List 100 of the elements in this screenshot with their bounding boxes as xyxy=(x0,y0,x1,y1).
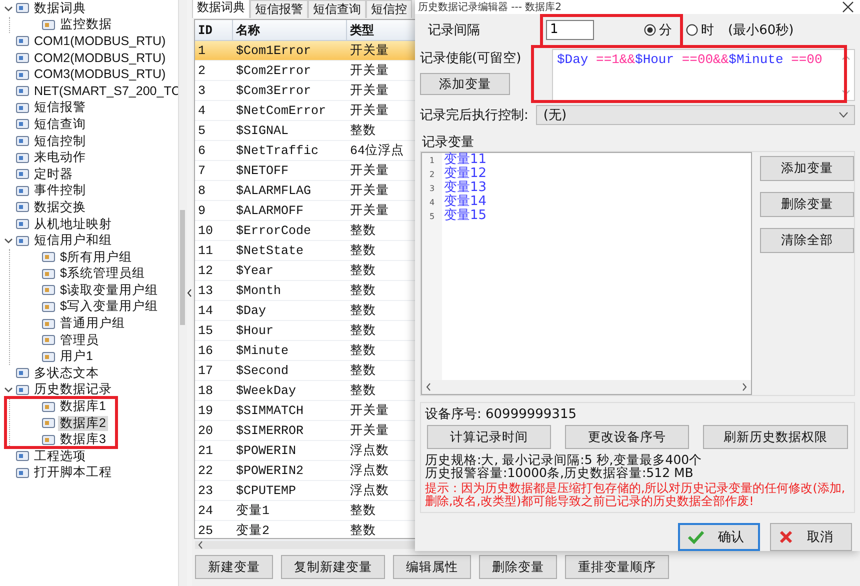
table-cell-text: $POWERIN xyxy=(235,443,298,460)
variable-button[interactable]: 删除变量 xyxy=(760,192,854,218)
tree-item[interactable]: $读取变量用户组 xyxy=(58,282,160,298)
tree-item[interactable]: 数据库1 xyxy=(58,399,108,414)
tree-item[interactable]: 事件控制 xyxy=(32,183,88,198)
line-number: 3 xyxy=(428,184,436,193)
column-header[interactable]: ID xyxy=(195,20,233,40)
table-cell-text: 8 xyxy=(197,183,207,200)
tree-item[interactable]: 监控数据 xyxy=(58,17,114,32)
tree-item[interactable]: 短信查询 xyxy=(32,116,88,132)
node-icon xyxy=(42,18,55,31)
table-cell-text: 25 xyxy=(197,523,214,540)
tree-item[interactable]: $系统管理员组 xyxy=(58,266,147,282)
scroll-left-icon[interactable] xyxy=(426,383,431,391)
tab[interactable]: 短信报警 xyxy=(250,0,308,18)
node-icon xyxy=(42,417,55,430)
tree-item[interactable]: 打开脚本工程 xyxy=(32,465,114,480)
scroll-left-icon[interactable] xyxy=(198,541,203,549)
tree-item[interactable]: 工程选项 xyxy=(32,448,88,464)
scroll-right-icon[interactable] xyxy=(742,383,747,391)
tree-item[interactable]: 定时器 xyxy=(32,166,75,182)
table-cell-text: 10 xyxy=(197,223,214,240)
radio-button[interactable] xyxy=(644,24,656,36)
tree-item[interactable]: 数据交换 xyxy=(32,200,88,215)
radio-label[interactable]: 分 xyxy=(659,20,672,39)
tree-item[interactable]: 管理员 xyxy=(58,332,101,348)
toolbar-button[interactable]: 新建变量 xyxy=(195,555,273,579)
toolbar-button[interactable]: 重排变量顺序 xyxy=(565,555,669,579)
expression-token: $Minute xyxy=(728,52,784,68)
tree-item[interactable]: 短信用户和组 xyxy=(32,233,114,248)
toolbar-button[interactable]: 编辑属性 xyxy=(393,555,471,579)
radio-label[interactable]: 时 xyxy=(701,20,714,39)
tree-item[interactable]: COM3(MODBUS_RTU) xyxy=(32,67,168,82)
table-cell-text: $Com2Error xyxy=(235,63,312,80)
table-cell-text: 整数 xyxy=(349,503,377,520)
table-cell-text: $Com3Error xyxy=(235,83,312,100)
tree-item[interactable]: 短信控制 xyxy=(32,134,88,149)
toolbar-button[interactable]: 删除变量 xyxy=(479,555,557,579)
tree-item[interactable]: COM1(MODBUS_RTU) xyxy=(32,34,168,49)
table-cell-text: 1 xyxy=(197,43,207,60)
tree-item[interactable]: 来电动作 xyxy=(32,150,88,166)
tree-item[interactable]: $所有用户组 xyxy=(58,250,134,265)
confirm-button[interactable]: 确认 xyxy=(678,523,760,551)
table-cell-text: 整数 xyxy=(349,223,377,240)
tab[interactable]: 短信查询 xyxy=(308,0,366,18)
cancel-button[interactable]: 取消 xyxy=(770,523,852,551)
device-button[interactable]: 更改设备序号 xyxy=(565,425,689,449)
node-icon xyxy=(16,102,29,114)
expander-icon[interactable] xyxy=(4,4,13,13)
tree-item[interactable]: 普通用户组 xyxy=(58,316,127,332)
tree-item[interactable]: 从机地址映射 xyxy=(32,216,114,232)
interval-field[interactable]: 1 xyxy=(546,20,594,40)
line-number: 5 xyxy=(428,212,436,221)
table-cell-text: 开关量 xyxy=(349,102,390,120)
expander-icon[interactable] xyxy=(4,236,13,246)
variable-button[interactable]: 清除全部 xyxy=(760,228,854,254)
tree-item[interactable]: 多状态文本 xyxy=(32,366,101,381)
group-label: 记录变量 xyxy=(421,134,475,152)
table-cell-text: 变量2 xyxy=(235,522,271,540)
device-button[interactable]: 计算记录时间 xyxy=(427,425,551,449)
tree-item[interactable]: 用户1 xyxy=(58,349,95,364)
node-icon xyxy=(16,384,29,396)
tree-item[interactable]: 数据库3 xyxy=(58,432,108,448)
tree-item[interactable]: 短信报警 xyxy=(32,100,88,116)
device-button[interactable]: 刷新历史数据权限 xyxy=(703,425,848,449)
tree-item[interactable]: 数据库2 xyxy=(58,416,108,431)
variable-editor[interactable]: 1 变量11 2 变量12 3 变量13 4 变量14 5 变量15 xyxy=(421,152,752,395)
tree-item[interactable]: COM2(MODBUS_RTU) xyxy=(32,50,168,66)
control-dropdown[interactable]: (无) xyxy=(536,105,855,126)
tree-item[interactable]: 历史数据记录 xyxy=(32,382,114,398)
tab[interactable]: 数据词典 xyxy=(192,0,250,18)
table-cell-text: 整数 xyxy=(349,243,377,260)
node-icon xyxy=(42,284,55,296)
close-icon[interactable] xyxy=(842,1,854,13)
table-cell-text: $Hour xyxy=(235,323,275,340)
scrollbar[interactable] xyxy=(178,0,187,586)
expression-field[interactable]: $Day ==1&&$Hour ==00&&$Minute ==00 xyxy=(552,49,855,102)
dropdown-caret-icon[interactable] xyxy=(839,112,848,118)
table-cell-text: 24 xyxy=(197,503,214,520)
splitter-handle[interactable] xyxy=(187,0,192,586)
tree-item[interactable]: $写入变量用户组 xyxy=(58,299,160,314)
add-variable-button[interactable]: 添加变量 xyxy=(420,73,510,96)
expression-token: ==00&& xyxy=(680,52,729,68)
table-cell-text: 19 xyxy=(197,403,214,420)
column-header[interactable]: 名称 xyxy=(233,20,347,40)
table-cell-text: 整数 xyxy=(349,303,377,320)
expander-icon[interactable] xyxy=(4,385,13,394)
tree-item[interactable]: NET(SMART_S7_200_TC xyxy=(32,84,182,99)
tab[interactable]: 短信控 xyxy=(366,0,412,18)
table-cell-text: 整数 xyxy=(349,383,377,400)
scroll-up-icon[interactable] xyxy=(842,55,850,60)
scroll-down-icon[interactable] xyxy=(842,90,850,96)
line-number: 1 xyxy=(428,156,436,165)
table-cell-text: 开关量 xyxy=(349,422,390,440)
node-icon xyxy=(16,152,29,164)
tree-item[interactable]: 数据词典 xyxy=(32,0,88,16)
table-cell-text: $NetComError xyxy=(235,103,328,120)
toolbar-button[interactable]: 复制新建变量 xyxy=(281,555,385,579)
variable-button[interactable]: 添加变量 xyxy=(760,156,854,182)
radio-button[interactable] xyxy=(686,24,698,36)
